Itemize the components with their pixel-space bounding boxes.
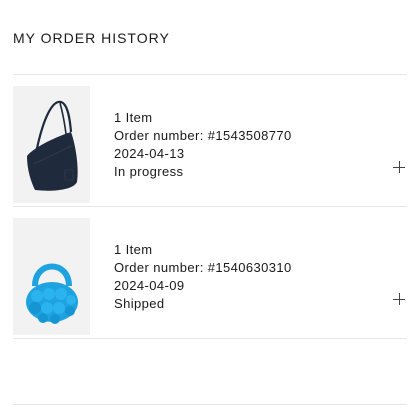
- divider: [13, 74, 407, 75]
- plus-icon[interactable]: [393, 161, 405, 173]
- divider: [13, 206, 407, 207]
- page-title: MY ORDER HISTORY: [13, 30, 170, 46]
- navy-shoulder-bag-image: [27, 100, 78, 191]
- divider: [13, 404, 407, 405]
- order-row[interactable]: 1 Item Order number: #1543508770 2024-04…: [13, 86, 407, 206]
- order-number: Order number: #1540630310: [114, 260, 292, 275]
- blue-quilted-bag-image: [26, 263, 78, 324]
- order-date: 2024-04-09: [114, 278, 185, 293]
- product-thumbnail[interactable]: [13, 218, 90, 335]
- product-thumbnail[interactable]: [13, 86, 90, 203]
- order-info: 1 Item Order number: #1543508770 2024-04…: [114, 109, 292, 181]
- item-count: 1 Item: [114, 110, 153, 125]
- order-date: 2024-04-13: [114, 146, 185, 161]
- order-status: Shipped: [114, 296, 165, 311]
- order-status: In progress: [114, 164, 184, 179]
- order-info: 1 Item Order number: #1540630310 2024-04…: [114, 241, 292, 313]
- divider: [13, 338, 407, 339]
- item-count: 1 Item: [114, 242, 153, 257]
- order-row[interactable]: 1 Item Order number: #1540630310 2024-04…: [13, 218, 407, 338]
- plus-icon[interactable]: [393, 293, 405, 305]
- order-number: Order number: #1543508770: [114, 128, 292, 143]
